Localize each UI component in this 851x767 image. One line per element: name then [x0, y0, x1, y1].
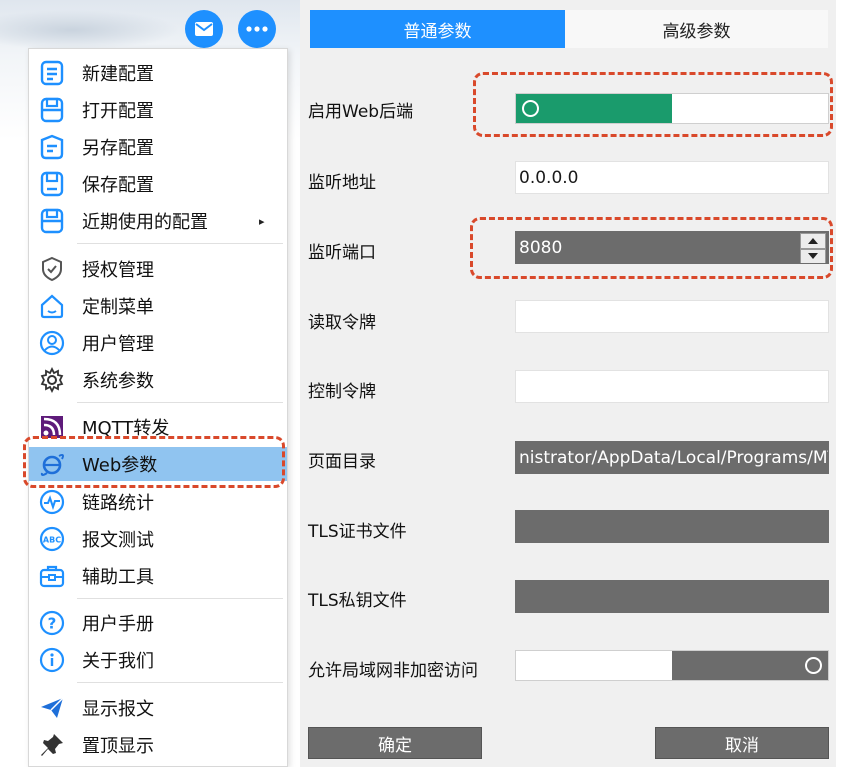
listen-port-value: 8080 [519, 237, 563, 258]
gear-icon [37, 365, 67, 395]
enable-web-label: 启用Web后端 [308, 102, 414, 122]
toolbox-icon [37, 561, 67, 591]
menu-label: 保存配置 [82, 175, 154, 196]
toggle-knob-icon [805, 657, 822, 674]
listen-port-spinbox[interactable]: 8080 [515, 231, 829, 264]
menu-item-link-stats[interactable]: 链路统计 [29, 485, 287, 519]
more-icon [246, 26, 268, 32]
menu-item-about-us[interactable]: 关于我们 [29, 643, 287, 677]
menu-label: MQTT转发 [82, 418, 170, 439]
user-icon [37, 328, 67, 358]
menu-item-save-as[interactable]: 另存配置 [29, 130, 287, 164]
menu-label: 系统参数 [82, 371, 154, 392]
spin-up-button[interactable] [800, 233, 826, 249]
menu-label: 打开配置 [82, 101, 154, 122]
save-as-icon [37, 132, 67, 162]
mail-button[interactable] [185, 10, 223, 48]
menu-item-user-manual[interactable]: ? 用户手册 [29, 606, 287, 640]
tab-bar: 普通参数 高级参数 [310, 10, 828, 48]
tls-cert-input[interactable] [515, 510, 829, 543]
spin-down-button[interactable] [800, 248, 826, 263]
menu-item-save[interactable]: 保存配置 [29, 167, 287, 201]
ok-button[interactable]: 确定 [308, 727, 482, 759]
listen-addr-label: 监听地址 [308, 173, 376, 193]
tab-advanced[interactable]: 高级参数 [565, 10, 828, 48]
menu-separator [77, 682, 283, 683]
pulse-icon [37, 487, 67, 517]
menu-item-pin-top[interactable]: 置顶显示 [29, 728, 287, 762]
home-icon [37, 291, 67, 321]
menu-label: Web参数 [82, 455, 158, 476]
more-button[interactable] [238, 10, 276, 48]
control-token-input[interactable] [515, 370, 829, 403]
menu-label: 授权管理 [82, 260, 154, 281]
menu-label: 用户管理 [82, 334, 154, 355]
send-icon [37, 693, 67, 723]
menu-label: 近期使用的配置 [82, 212, 208, 233]
menu-label: 定制菜单 [82, 297, 154, 318]
info-icon [37, 645, 67, 675]
background-image [0, 10, 180, 50]
submenu-arrow-icon: ▸ [259, 214, 265, 228]
menu-label: 另存配置 [82, 138, 154, 159]
context-menu: 新建配置 打开配置 另存配置 保存配置 近期使用的配置 ▸ 授权管理 定制菜单 … [28, 48, 288, 767]
allow-lan-label: 允许局域网非加密访问 [308, 661, 478, 681]
menu-item-show-packets[interactable]: 显示报文 [29, 691, 287, 725]
menu-separator [77, 243, 283, 244]
menu-label: 置顶显示 [82, 736, 154, 757]
svg-text:?: ? [48, 615, 57, 633]
open-config-icon [37, 95, 67, 125]
listen-port-label: 监听端口 [308, 243, 376, 263]
tls-cert-label: TLS证书文件 [308, 522, 407, 542]
menu-label: 显示报文 [82, 699, 154, 720]
menu-item-user-management[interactable]: 用户管理 [29, 326, 287, 360]
menu-label: 关于我们 [82, 651, 154, 672]
help-icon: ? [37, 608, 67, 638]
control-token-label: 控制令牌 [308, 382, 376, 402]
menu-label: 用户手册 [82, 614, 154, 635]
abc-icon: ABC [37, 524, 67, 554]
menu-label: 新建配置 [82, 64, 154, 85]
new-config-icon [37, 58, 67, 88]
spin-down-icon [808, 253, 818, 260]
web-icon [37, 449, 67, 479]
tls-key-label: TLS私钥文件 [308, 591, 407, 611]
save-icon [37, 169, 67, 199]
rss-icon [37, 412, 67, 442]
shield-icon [37, 254, 67, 284]
svg-text:ABC: ABC [43, 536, 61, 545]
menu-item-recent-configs[interactable]: 近期使用的配置 ▸ [29, 204, 287, 238]
read-token-label: 读取令牌 [308, 313, 376, 333]
menu-item-packet-test[interactable]: ABC 报文测试 [29, 522, 287, 556]
read-token-input[interactable] [515, 300, 829, 333]
menu-item-new-config[interactable]: 新建配置 [29, 56, 287, 90]
page-dir-label: 页面目录 [308, 452, 376, 472]
mail-icon [195, 22, 213, 36]
menu-item-custom-menu[interactable]: 定制菜单 [29, 289, 287, 323]
listen-addr-input[interactable]: 0.0.0.0 [515, 161, 829, 194]
tab-general[interactable]: 普通参数 [310, 10, 565, 48]
recent-config-icon [37, 206, 67, 236]
menu-item-license[interactable]: 授权管理 [29, 252, 287, 286]
enable-web-toggle[interactable] [515, 93, 829, 124]
web-params-panel: 普通参数 高级参数 启用Web后端 监听地址 0.0.0.0 监听端口 8080… [300, 0, 836, 767]
menu-separator [77, 598, 283, 599]
menu-item-web-params[interactable]: Web参数 [29, 447, 287, 481]
menu-separator [77, 402, 283, 403]
spin-up-icon [808, 237, 818, 244]
tls-key-input[interactable] [515, 580, 829, 613]
pin-icon [37, 730, 67, 760]
menu-label: 报文测试 [82, 530, 154, 551]
page-dir-input[interactable]: nistrator/AppData/Local/Programs/MT [515, 441, 829, 474]
menu-item-open-config[interactable]: 打开配置 [29, 93, 287, 127]
toggle-knob-icon [522, 100, 539, 117]
menu-item-mqtt-forward[interactable]: MQTT转发 [29, 410, 287, 444]
port-stepper [800, 233, 826, 263]
menu-label: 辅助工具 [82, 567, 154, 588]
cancel-button[interactable]: 取消 [655, 727, 829, 759]
menu-item-system-params[interactable]: 系统参数 [29, 363, 287, 397]
menu-item-aux-tools[interactable]: 辅助工具 [29, 559, 287, 593]
allow-lan-toggle[interactable] [515, 650, 829, 681]
menu-label: 链路统计 [82, 493, 154, 514]
